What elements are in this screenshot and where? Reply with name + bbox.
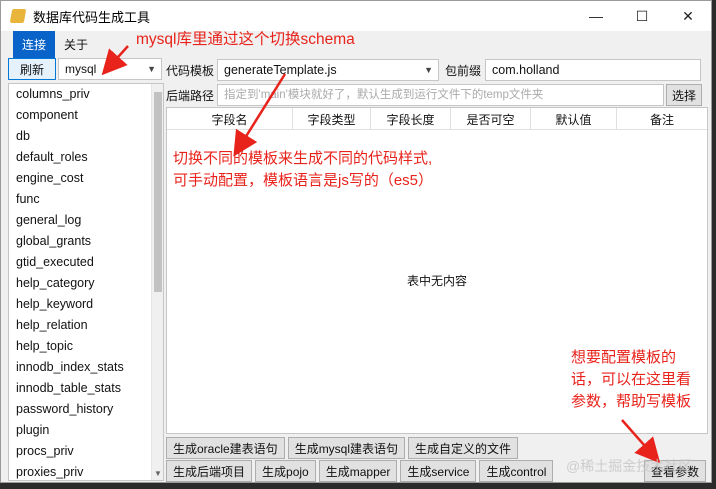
app-icon — [9, 9, 27, 23]
template-row: 代码模板 generateTemplate.js ▼ 包前缀 com.holla… — [166, 59, 702, 81]
header-comment[interactable]: 备注 — [617, 108, 707, 130]
window-controls: — ☐ ✕ — [573, 1, 711, 31]
path-row: 后端路径 指定到'main'模块就好了，默认生成到运行文件下的temp文件夹 选… — [166, 84, 703, 106]
minimize-button[interactable]: — — [573, 1, 619, 31]
table-list-items: columns_priv component db default_roles engi… — [9, 84, 163, 480]
header-field-type[interactable]: 字段类型 — [293, 108, 371, 130]
list-item[interactable]: password_history — [9, 399, 163, 420]
list-item[interactable]: plugin — [9, 420, 163, 441]
list-item[interactable]: proxies_priv — [9, 462, 163, 480]
list-item[interactable]: component — [9, 105, 163, 126]
header-default[interactable]: 默认值 — [531, 108, 617, 130]
title-bar: 数据库代码生成工具 — ☐ ✕ — [1, 1, 711, 31]
params-annotation-line1: 想要配置模板的 — [571, 349, 677, 366]
gen-pojo-button[interactable]: 生成pojo — [255, 460, 316, 482]
left-toolbar: 刷新 mysql ▼ — [8, 58, 162, 80]
table-list-scrollbar[interactable]: ▼ — [151, 84, 163, 480]
gen-backend-project-button[interactable]: 生成后端项目 — [166, 460, 253, 482]
gen-service-button[interactable]: 生成service — [400, 460, 477, 482]
template-annotation-line1: 切换不同的模板来生成不同的代码样式, — [173, 150, 433, 167]
menu-connect[interactable]: 连接 — [13, 31, 56, 58]
template-select[interactable]: generateTemplate.js ▼ — [217, 59, 440, 81]
empty-table-message: 表中无内容 — [406, 274, 467, 288]
menu-bar: 连接 关于 — [1, 31, 711, 58]
list-item[interactable]: help_relation — [9, 315, 163, 336]
chevron-down-icon: ▼ — [147, 64, 156, 74]
window-title: 数据库代码生成工具 — [33, 9, 151, 25]
schema-select[interactable]: mysql ▼ — [58, 58, 162, 80]
gen-oracle-ddl-button[interactable]: 生成oracle建表语句 — [166, 437, 285, 459]
table-header: 字段名 字段类型 字段长度 是否可空 默认值 备注 — [167, 108, 707, 130]
list-item[interactable]: innodb_table_stats — [9, 378, 163, 399]
template-label: 代码模板 — [166, 63, 215, 78]
package-input[interactable]: com.holland — [485, 59, 702, 81]
header-field-name[interactable]: 字段名 — [167, 108, 293, 130]
template-select-value: generateTemplate.js — [224, 63, 337, 77]
chevron-down-icon: ▼ — [424, 65, 434, 75]
gen-mysql-ddl-button[interactable]: 生成mysql建表语句 — [287, 437, 406, 459]
gen-control-button[interactable]: 生成control — [479, 460, 554, 482]
schema-select-value: mysql — [65, 62, 97, 76]
watermark: @稀土掘金技术社区 — [566, 458, 693, 474]
choose-button[interactable]: 选择 — [666, 84, 703, 106]
maximize-button[interactable]: ☐ — [619, 1, 665, 31]
list-item[interactable]: default_roles — [9, 147, 163, 168]
list-item[interactable]: help_category — [9, 273, 163, 294]
path-label: 后端路径 — [166, 88, 215, 103]
gen-mapper-button[interactable]: 生成mapper — [318, 460, 398, 482]
table-list[interactable]: columns_priv component db default_roles engi… — [8, 83, 164, 481]
template-annotation: 切换不同的模板来生成不同的代码样式, 可手动配置，模板语言是js写的（es5） — [173, 148, 433, 192]
gen-custom-file-button[interactable]: 生成自定义的文件 — [408, 437, 519, 459]
path-input[interactable]: 指定到'main'模块就好了，默认生成到运行文件下的temp文件夹 — [217, 84, 665, 106]
generate-buttons-row2: 生成后端项目 生成pojo 生成mapper 生成service 生成contr… — [166, 460, 556, 482]
list-item[interactable]: help_topic — [9, 336, 163, 357]
list-item[interactable]: columns_priv — [9, 84, 163, 105]
schema-annotation: mysql库里通过这个切换schema — [136, 31, 355, 48]
list-item[interactable]: help_keyword — [9, 294, 163, 315]
close-button[interactable]: ✕ — [665, 1, 711, 31]
menu-about[interactable]: 关于 — [55, 31, 97, 58]
scroll-down-icon[interactable]: ▼ — [154, 469, 162, 478]
params-annotation: 想要配置模板的 话，可以在这里看 参数，帮助写模板 — [571, 347, 691, 413]
list-item[interactable]: func — [9, 189, 163, 210]
list-item[interactable]: global_grants — [9, 231, 163, 252]
list-item[interactable]: engine_cost — [9, 168, 163, 189]
list-item[interactable]: procs_priv — [9, 441, 163, 462]
list-item[interactable]: db — [9, 126, 163, 147]
params-annotation-line2: 话，可以在这里看 — [571, 371, 692, 388]
list-item[interactable]: general_log — [9, 210, 163, 231]
refresh-button[interactable]: 刷新 — [8, 58, 56, 80]
package-label: 包前缀 — [445, 63, 482, 78]
header-nullable[interactable]: 是否可空 — [451, 108, 531, 130]
list-item[interactable]: innodb_index_stats — [9, 357, 163, 378]
list-item[interactable]: gtid_executed — [9, 252, 163, 273]
scrollbar-thumb[interactable] — [154, 92, 162, 292]
generate-buttons-row1: 生成oracle建表语句 生成mysql建表语句 生成自定义的文件 — [166, 437, 521, 459]
params-annotation-line3: 参数，帮助写模板 — [571, 393, 692, 410]
template-annotation-line2: 可手动配置，模板语言是js写的（es5） — [173, 172, 434, 189]
header-field-length[interactable]: 字段长度 — [371, 108, 451, 130]
